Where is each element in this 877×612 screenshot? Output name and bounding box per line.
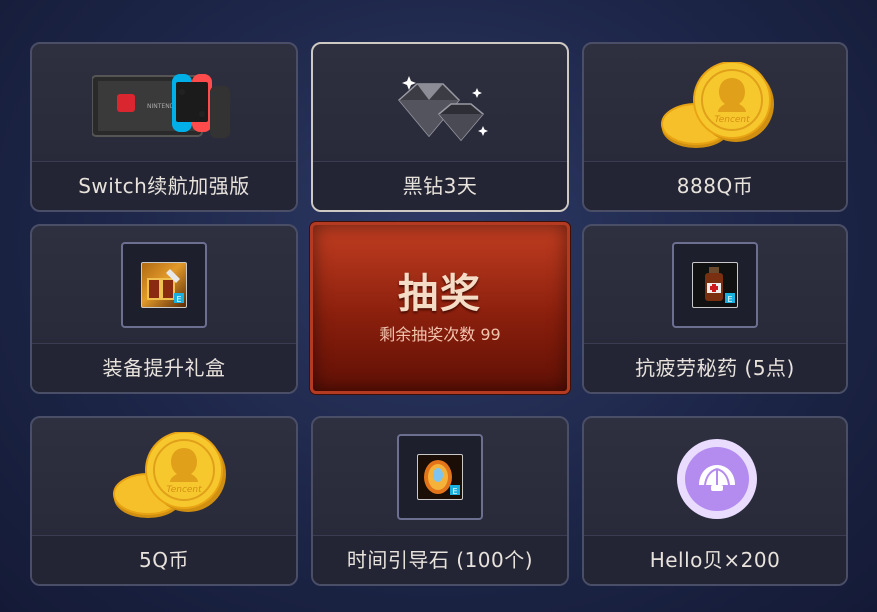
prize-image-area: E <box>584 226 846 344</box>
q-coins-icon: Tencent <box>661 62 774 148</box>
prize-label: 5Q币 <box>139 548 189 572</box>
item-slot: E <box>121 242 207 328</box>
prize-image-area: E <box>32 226 296 344</box>
hello-shell-icon <box>677 439 757 519</box>
q-coins-icon: Tencent <box>113 432 226 518</box>
prize-label: 抗疲劳秘药 (5点) <box>635 356 795 380</box>
prize-card-switch[interactable]: NINTENDO SWITCH Switch续航加强版 <box>30 42 298 212</box>
prize-card-hello-shell[interactable]: Hello贝×200 <box>582 416 848 586</box>
prize-card-fatigue-potion[interactable]: E 抗疲劳秘药 (5点) <box>582 224 848 394</box>
prize-image-area: E <box>313 418 567 536</box>
equipment-gift-box-icon: E <box>141 262 187 308</box>
black-diamond-icon <box>397 76 488 142</box>
prize-image-area: NINTENDO SWITCH <box>32 44 296 162</box>
item-slot: E <box>397 434 483 520</box>
prize-image-area <box>313 44 567 162</box>
prize-card-5-q-coins[interactable]: Tencent 5Q币 <box>30 416 298 586</box>
switch-console-icon: NINTENDO SWITCH <box>92 74 230 138</box>
prize-label: Hello贝×200 <box>649 548 781 572</box>
prize-image-area: Tencent <box>32 418 296 536</box>
coin-engraving: Tencent <box>166 485 202 495</box>
draw-title: 抽奖 <box>398 271 482 317</box>
fatigue-potion-icon: E <box>692 262 738 308</box>
prize-card-black-diamond[interactable]: 黑钻3天 <box>311 42 569 212</box>
prize-label: 装备提升礼盒 <box>102 356 226 380</box>
prize-card-time-guide-stone[interactable]: E 时间引导石 (100个) <box>311 416 569 586</box>
prize-label: 888Q币 <box>676 174 754 198</box>
time-guide-stone-icon: E <box>417 454 463 500</box>
prize-card-equipment-gift-box[interactable]: E 装备提升礼盒 <box>30 224 298 394</box>
svg-text:E: E <box>452 487 457 496</box>
svg-text:E: E <box>176 295 181 304</box>
coin-engraving: Tencent <box>714 115 750 125</box>
prize-card-888-q-coins[interactable]: Tencent 888Q币 <box>582 42 848 212</box>
prize-image-area: Tencent <box>584 44 846 162</box>
item-slot: E <box>672 242 758 328</box>
prize-label: Switch续航加强版 <box>78 174 250 198</box>
draw-remaining-count: 剩余抽奖次数 99 <box>379 325 501 344</box>
draw-button[interactable]: 抽奖 剩余抽奖次数 99 <box>310 222 570 394</box>
svg-text:E: E <box>727 295 732 304</box>
prize-image-area <box>584 418 846 536</box>
prize-label: 黑钻3天 <box>402 174 478 198</box>
prize-label: 时间引导石 (100个) <box>346 548 534 572</box>
